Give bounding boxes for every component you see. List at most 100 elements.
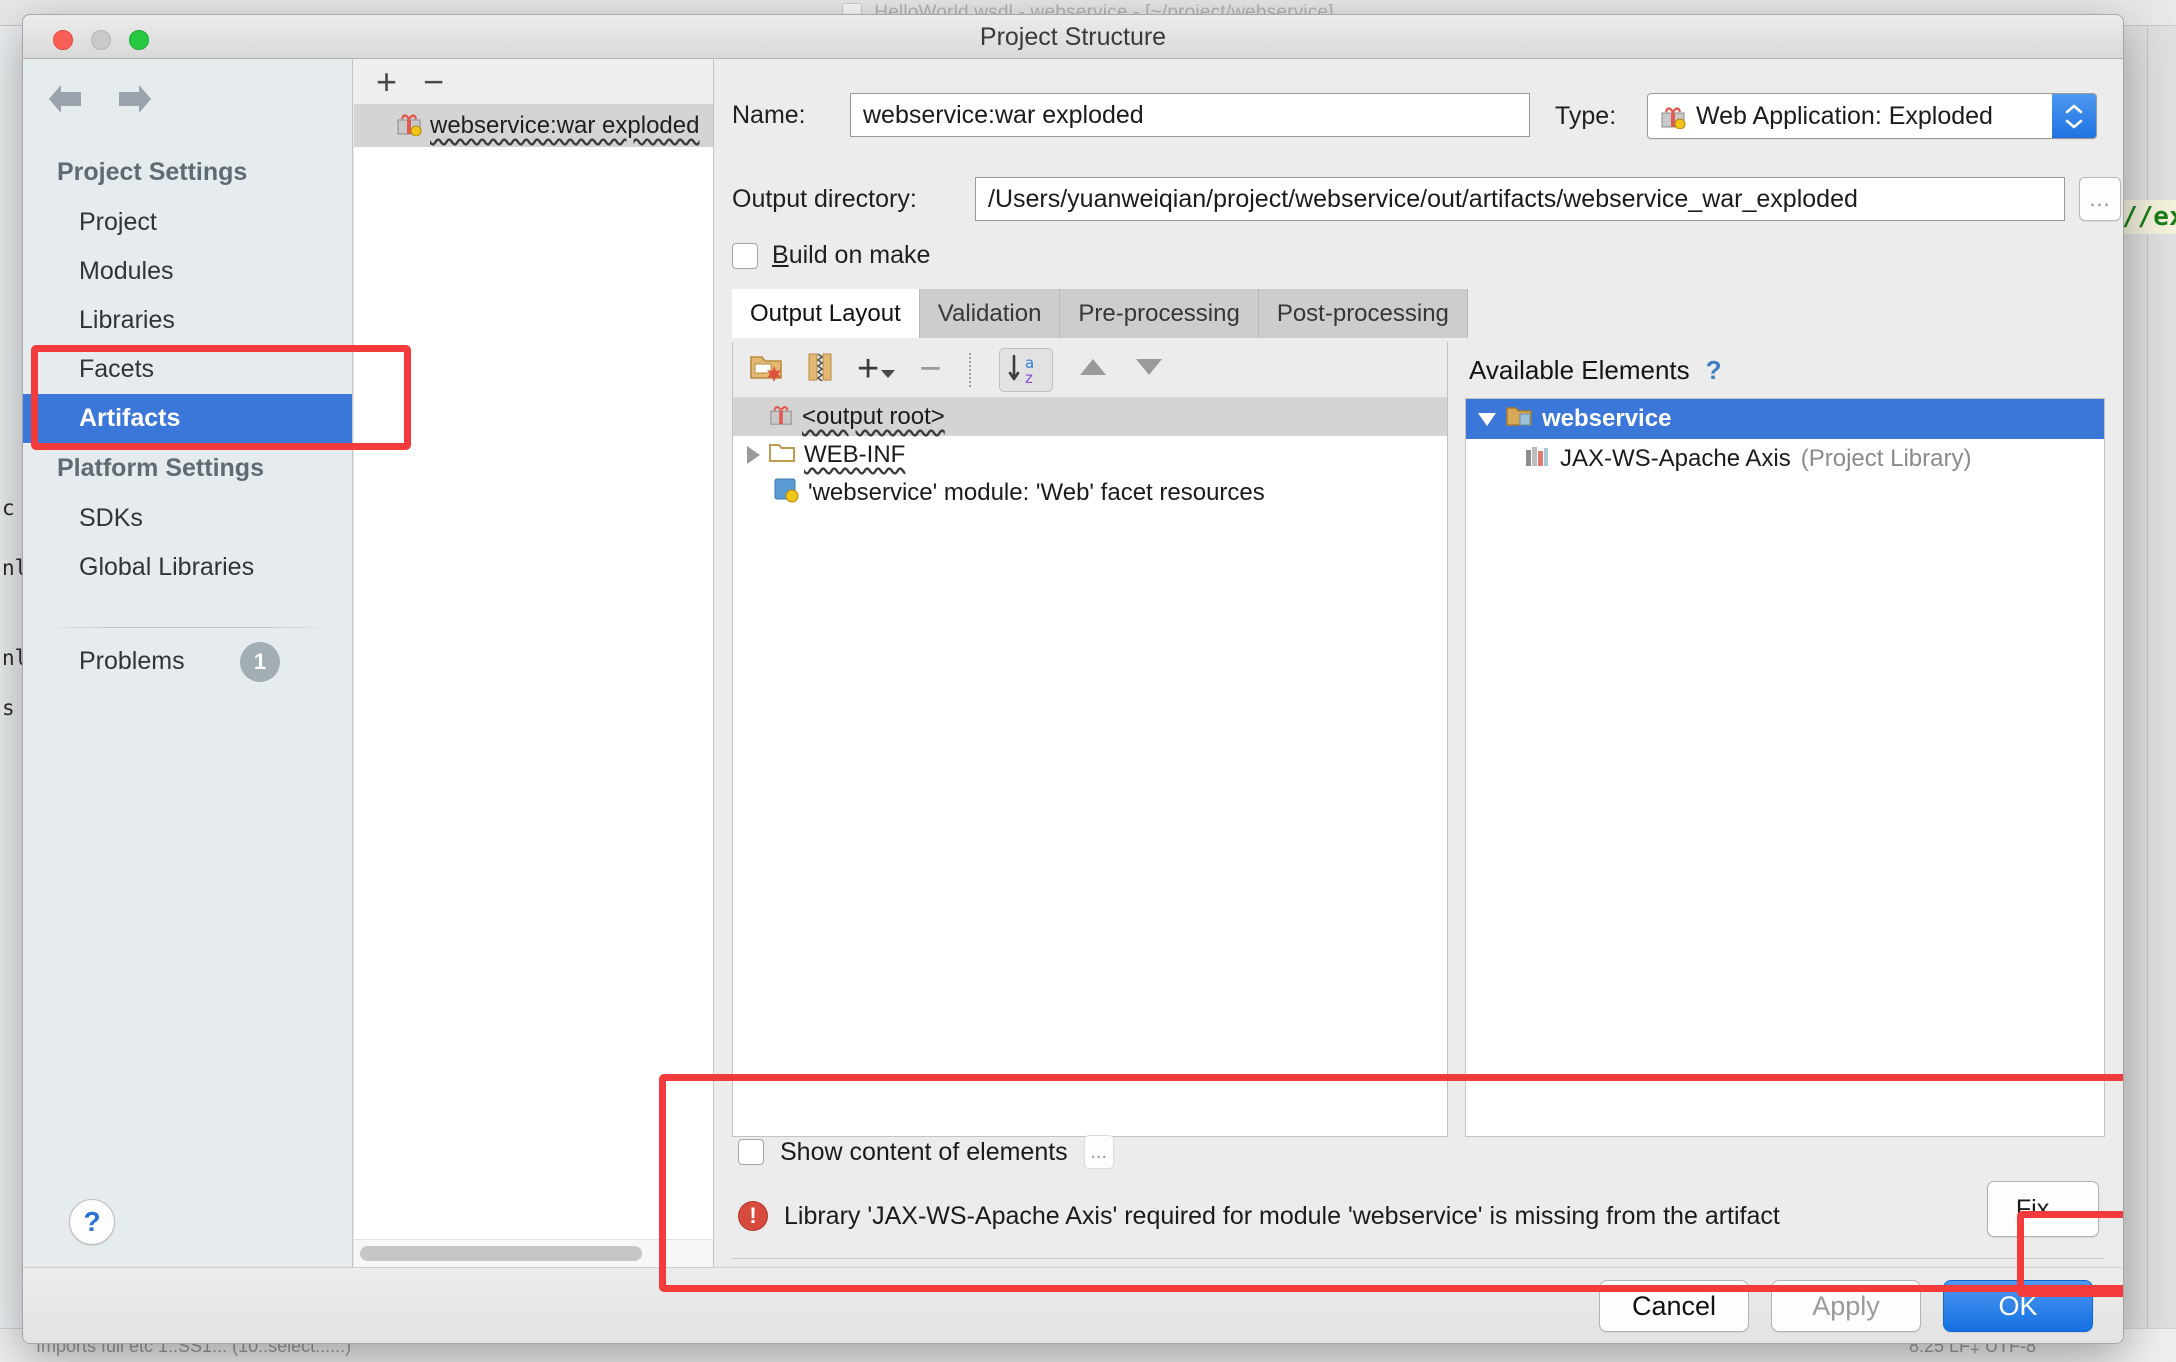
gutter-line-1: c <box>2 496 15 520</box>
sidebar-item-project[interactable]: Project <box>23 198 352 247</box>
tab-pre-processing[interactable]: Pre-processing <box>1060 289 1259 338</box>
artifact-list-item[interactable]: webservice:war exploded <box>354 105 713 147</box>
type-dropdown-value: Web Application: Exploded <box>1696 101 1993 130</box>
type-row: Type: Web Application: Exploded <box>1555 93 2097 139</box>
output-layout-toolbar: + − a z <box>733 342 1447 398</box>
dialog-footer-buttons: Cancel Apply OK <box>1599 1280 2093 1332</box>
settings-sidebar: Project Settings Project Modules Librari… <box>23 59 353 1267</box>
sidebar-header-platform-settings: Platform Settings <box>57 454 264 482</box>
build-on-make-row[interactable]: Build on make <box>732 241 930 270</box>
sort-az-icon[interactable]: a z <box>999 347 1054 392</box>
cancel-button[interactable]: Cancel <box>1599 1280 1749 1332</box>
available-row-label: webservice <box>1542 405 1672 432</box>
artifact-list-rows: webservice:war exploded <box>354 105 713 1239</box>
move-down-icon[interactable] <box>1133 356 1165 383</box>
available-elements-help-icon[interactable]: ? <box>1706 355 1722 386</box>
name-input[interactable]: webservice:war exploded <box>850 93 1530 137</box>
add-element-icon[interactable]: + <box>857 350 896 389</box>
error-icon: ! <box>738 1201 768 1231</box>
remove-element-icon[interactable]: − <box>919 350 941 388</box>
available-elements-panel: Available Elements ? webservice JAX-WS-A… <box>1465 342 2105 1137</box>
web-facet-icon <box>773 477 799 510</box>
artifact-list-item-label: webservice:war exploded <box>430 112 700 139</box>
tree-row-web-facet-resources[interactable]: 'webservice' module: 'Web' facet resourc… <box>733 474 1447 512</box>
add-artifact-icon[interactable]: + <box>376 63 397 100</box>
toolbar-separator <box>969 352 972 387</box>
show-content-checkbox[interactable] <box>738 1139 764 1165</box>
tab-post-processing[interactable]: Post-processing <box>1258 289 1468 338</box>
build-on-make-checkbox[interactable] <box>732 242 758 269</box>
gutter-line-4: s <box>2 696 15 720</box>
output-directory-label: Output directory: <box>732 184 917 213</box>
back-arrow-icon[interactable] <box>45 81 85 117</box>
move-up-icon[interactable] <box>1077 356 1109 383</box>
dialog-title: Project Structure <box>979 23 1167 51</box>
fix-button[interactable]: Fix... <box>1987 1181 2099 1237</box>
name-label: Name: <box>732 100 806 129</box>
tab-output-layout[interactable]: Output Layout <box>732 289 920 338</box>
sidebar-item-facets[interactable]: Facets <box>23 345 352 394</box>
artifact-list-toolbar: + − <box>354 59 713 105</box>
artifact-icon <box>769 402 793 433</box>
sidebar-divider <box>47 627 328 628</box>
build-on-make-label: Build on make <box>772 241 931 269</box>
available-row-webservice[interactable]: webservice <box>1466 399 2104 439</box>
sidebar-item-sdks[interactable]: SDKs <box>23 494 352 543</box>
tree-row-web-inf[interactable]: WEB-INF <box>733 436 1447 474</box>
sidebar-sections: Project Settings Project Modules Librari… <box>23 147 352 592</box>
editor-bottom-strip: Show content of elements ... ! Library '… <box>732 1135 2105 1257</box>
dialog-footer: Cancel Apply OK <box>23 1267 2123 1343</box>
panel-bottom-divider <box>732 1258 2105 1259</box>
chevron-right-icon[interactable] <box>747 446 760 464</box>
svg-text:z: z <box>1025 369 1033 387</box>
output-layout-tree: <output root> WEB-INF 'webservice' modul… <box>733 398 1447 1136</box>
project-structure-dialog: Project Structure Project Settings Proje… <box>22 14 2124 1344</box>
chevron-down-icon[interactable] <box>1478 412 1496 426</box>
artifact-list-horizontal-scrollbar[interactable] <box>354 1239 713 1267</box>
browse-button[interactable]: ... <box>2079 177 2121 221</box>
type-dropdown[interactable]: Web Application: Exploded <box>1647 93 2097 139</box>
tree-expander-spacer <box>747 417 760 418</box>
tree-row-label: <output root> <box>802 403 945 430</box>
available-elements-title: Available Elements <box>1469 354 1690 385</box>
tree-row-output-root[interactable]: <output root> <box>733 398 1447 436</box>
output-layout-panel: + − a z <output root> WEB-INF 'webservic… <box>732 342 1448 1137</box>
output-directory-input[interactable]: /Users/yuanweiqian/project/webservice/ou… <box>975 177 2065 221</box>
sidebar-item-modules[interactable]: Modules <box>23 247 352 296</box>
available-elements-tree: webservice JAX-WS-Apache Axis (Project L… <box>1465 398 2105 1137</box>
folder-icon <box>769 441 795 470</box>
available-elements-header: Available Elements ? <box>1465 342 2105 398</box>
sidebar-item-problems[interactable]: Problems 1 <box>23 641 352 682</box>
artifact-editor-panel: Name: webservice:war exploded Type: Web … <box>715 59 2123 1267</box>
sidebar-navigation <box>45 81 155 117</box>
dialog-titlebar: Project Structure <box>23 15 2123 59</box>
name-row: Name: webservice:war exploded <box>732 93 1530 137</box>
show-content-row[interactable]: Show content of elements ... <box>738 1135 1114 1169</box>
show-content-options-button[interactable]: ... <box>1083 1135 1114 1169</box>
artifact-type-icon <box>1648 103 1686 129</box>
sidebar-header-project-settings: Project Settings <box>57 158 248 186</box>
forward-arrow-icon[interactable] <box>115 81 155 117</box>
sidebar-item-libraries[interactable]: Libraries <box>23 296 352 345</box>
help-button[interactable]: ? <box>69 1199 115 1245</box>
sidebar-item-problems-label: Problems <box>79 647 185 675</box>
sidebar-item-global-libraries[interactable]: Global Libraries <box>23 543 352 592</box>
remove-artifact-icon[interactable]: − <box>423 63 444 100</box>
show-content-label: Show content of elements <box>780 1137 1068 1166</box>
scrollbar-thumb[interactable] <box>360 1246 642 1261</box>
artifact-list-panel: + − webservice:war exploded <box>354 59 714 1267</box>
chevron-updown-icon[interactable] <box>2052 94 2096 138</box>
apply-button[interactable]: Apply <box>1771 1280 1921 1332</box>
problems-count-badge: 1 <box>240 641 280 682</box>
add-directory-icon[interactable] <box>749 352 783 387</box>
ok-button[interactable]: OK <box>1943 1280 2093 1332</box>
module-icon <box>1506 405 1532 434</box>
add-archive-icon[interactable] <box>807 352 833 387</box>
sidebar-item-artifacts[interactable]: Artifacts <box>23 394 352 443</box>
tree-row-label: WEB-INF <box>804 441 906 468</box>
tab-validation[interactable]: Validation <box>919 289 1061 338</box>
artifact-icon <box>396 110 422 143</box>
output-directory-row: Output directory: /Users/yuanweiqian/pro… <box>732 177 2121 221</box>
available-row-jax-ws-apache-axis[interactable]: JAX-WS-Apache Axis (Project Library) <box>1466 439 2104 479</box>
layout-panels: + − a z <output root> WEB-INF 'webservic… <box>732 342 2105 1137</box>
